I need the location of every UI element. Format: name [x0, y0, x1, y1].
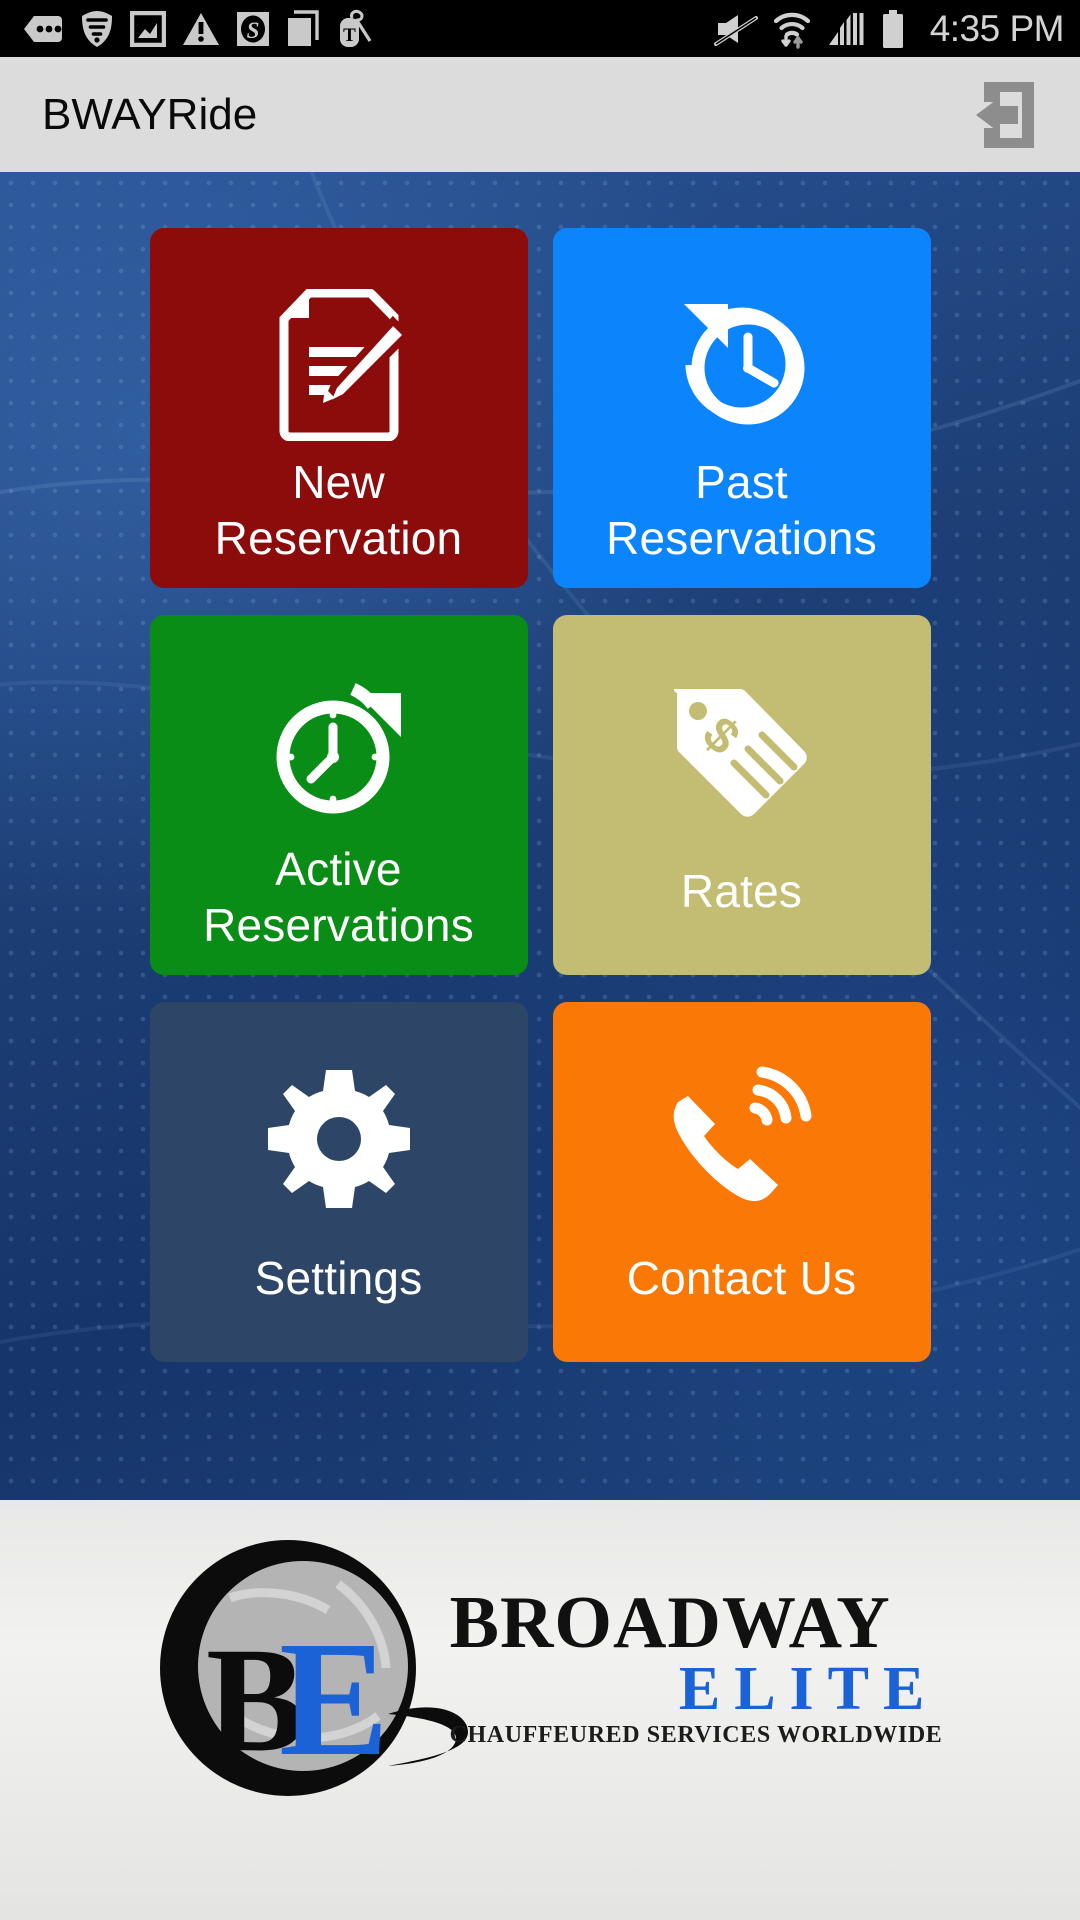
app-bar: BWAYRide [0, 57, 1080, 172]
warning-triangle-icon [183, 12, 219, 45]
tmobile-tag-icon: T [340, 9, 372, 47]
mute-icon [713, 14, 758, 46]
menu-grid: New Reservation Past Reservations Active… [0, 172, 1080, 1418]
status-bar-left-icons: S T [22, 9, 376, 49]
phone-ringing-icon [662, 1064, 822, 1214]
logo-wordmark: BROADWAY ELITE CHAUFFEURED SERVICES WORL… [449, 1581, 943, 1749]
tile-contact-us[interactable]: Contact Us [552, 1002, 931, 1362]
svg-text:E: E [279, 1607, 389, 1790]
tile-rates[interactable]: $ Rates [552, 615, 931, 975]
s-badge-icon: S [237, 11, 269, 46]
photo-icon [130, 10, 166, 47]
page-title: BWAYRide [42, 89, 258, 139]
main-menu: New Reservation Past Reservations Active… [0, 172, 1080, 1500]
price-tag-icon: $ [662, 677, 822, 827]
messages-icon [24, 15, 62, 42]
gear-icon [264, 1064, 414, 1214]
brand-secondary: ELITE [678, 1654, 939, 1723]
tile-label: Past Reservations [606, 456, 877, 565]
copy-document-icon [288, 9, 319, 46]
cell-signal-icon [828, 12, 864, 45]
status-bar: S T 4:35 PM [0, 0, 1080, 57]
clock-back-icon [664, 290, 820, 440]
document-pencil-icon [265, 289, 413, 441]
globe-monogram-icon: B E [159, 1540, 468, 1796]
broadway-elite-logo: B E BROADWAY ELITE CHAUFFEURED SERVICES … [138, 1518, 943, 1818]
tile-new-reservation[interactable]: New Reservation [149, 228, 528, 588]
tile-past-reservations[interactable]: Past Reservations [552, 228, 931, 588]
clock-forward-icon [261, 677, 417, 827]
tile-label: Contact Us [626, 1252, 857, 1304]
status-bar-clock: 4:35 PM [929, 7, 1065, 49]
tile-label: Settings [254, 1252, 423, 1304]
svg-text:T: T [343, 25, 356, 46]
brand-primary: BROADWAY [449, 1581, 891, 1664]
footer-logo-bar: B E BROADWAY ELITE CHAUFFEURED SERVICES … [0, 1500, 1080, 1920]
svg-text:S: S [247, 18, 260, 43]
tile-settings[interactable]: Settings [149, 1002, 528, 1362]
brand-tagline: CHAUFFEURED SERVICES WORLDWIDE [449, 1721, 943, 1748]
tile-active-reservations[interactable]: Active Reservations [149, 615, 528, 975]
status-bar-right-icons: 4:35 PM [713, 7, 1065, 50]
wifi-data-icon [773, 12, 810, 49]
login-exit-icon [976, 81, 1034, 148]
shield-signal-icon [82, 10, 112, 47]
tile-label: Active Reservations [203, 843, 474, 952]
tile-label: Rates [680, 865, 803, 917]
battery-icon [882, 9, 903, 48]
tile-label: New Reservation [214, 456, 463, 565]
logout-button[interactable] [960, 72, 1046, 158]
